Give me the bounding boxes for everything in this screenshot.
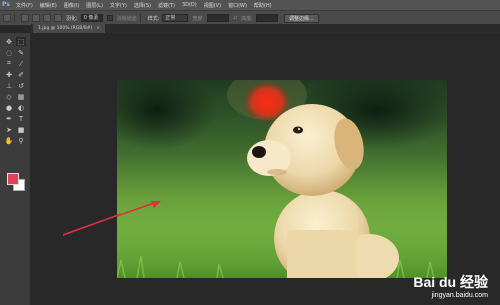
baidu-watermark: Bai du 经验 jingyan.baidu.com [413,272,488,299]
style-select[interactable]: 正常 [162,14,189,22]
menu-filter[interactable]: 滤镜(T) [158,2,175,9]
photoshop-logo: Ps [2,1,10,8]
watermark-url: jingyan.baidu.com [431,292,488,299]
options-divider [139,13,141,23]
options-divider [14,13,15,23]
watermark-brand: Bai du 经验 [413,274,488,290]
swap-icon[interactable]: ⇄ [233,15,237,21]
new-selection-icon[interactable] [21,14,29,22]
height-input[interactable] [255,14,278,22]
foreground-color-swatch[interactable] [7,173,19,185]
close-icon[interactable]: × [96,26,100,31]
marquee-tool-icon[interactable]: ⬚ [16,37,26,46]
menu-layer[interactable]: 图层(L) [86,2,103,9]
add-selection-icon[interactable] [32,14,40,22]
menu-help[interactable]: 帮助(H) [254,2,272,9]
menu-bar: Ps 文件(F) 编辑(E) 图像(I) 图层(L) 文字(Y) 选择(S) 滤… [0,0,500,10]
subtract-selection-icon[interactable] [43,14,51,22]
height-label: 高度: [241,15,253,22]
feather-input[interactable]: 0 像素 [80,14,103,22]
menu-file[interactable]: 文件(F) [16,2,33,9]
menu-3d[interactable]: 3D(D) [182,2,197,8]
menu-select[interactable]: 选择(S) [134,2,151,9]
intersect-selection-icon[interactable] [54,14,62,22]
antialias-label: 消除锯齿 [116,15,137,22]
healing-tool-icon[interactable]: ✚ [4,70,14,79]
quick-select-tool-icon[interactable]: ✎ [16,48,26,57]
document-tab-title: 1.jpg @ 100% (RGB/8#) [38,26,93,31]
clone-stamp-tool-icon[interactable]: ⊥ [4,81,14,90]
hand-tool-icon[interactable]: ✋ [4,136,14,145]
path-select-tool-icon[interactable]: ➤ [4,125,14,134]
document-tab-bar: 1.jpg @ 100% (RGB/8#) × [31,24,500,33]
menu-image[interactable]: 图像(I) [64,2,79,9]
feather-label: 羽化: [66,15,78,22]
crop-tool-icon[interactable]: ⌗ [4,59,14,68]
pen-tool-icon[interactable]: ✒ [4,114,14,123]
move-tool-icon[interactable]: ✥ [4,37,14,46]
eraser-tool-icon[interactable]: ◇ [4,92,14,101]
shape-tool-icon[interactable]: ■ [16,125,26,134]
menu-window[interactable]: 窗口(W) [228,2,247,9]
zoom-tool-icon[interactable]: ⚲ [16,136,26,145]
eyedropper-tool-icon[interactable]: ⁄ [16,59,26,68]
width-input[interactable] [207,14,230,22]
type-tool-icon[interactable]: T [16,114,26,123]
menu-view[interactable]: 视图(V) [204,2,221,9]
blur-tool-icon[interactable]: ● [4,103,14,112]
annotation-arrow [63,213,122,236]
refine-edge-button[interactable]: 调整边缘... [283,13,319,23]
menu-type[interactable]: 文字(Y) [110,2,127,9]
dodge-tool-icon[interactable]: ◐ [16,103,26,112]
style-label: 样式: [147,15,160,22]
puppy-photo [117,80,447,278]
brush-tool-icon[interactable]: ✐ [16,70,26,79]
width-label: 宽度: [192,15,205,22]
menu-edit[interactable]: 编辑(E) [40,2,57,9]
gradient-tool-icon[interactable]: ▦ [16,92,26,101]
canvas-area[interactable]: Bai du 经验 jingyan.baidu.com [31,33,500,305]
toolbox: ✥ ⬚ ◌ ✎ ⌗ ⁄ ✚ ✐ ⊥ ↺ ◇ ▦ ● ◐ ✒ T ➤ ■ ✋ ⚲ [0,33,31,305]
tool-preset-icon[interactable] [3,14,11,22]
lasso-tool-icon[interactable]: ◌ [4,48,14,57]
antialias-checkbox[interactable] [106,15,113,21]
history-brush-tool-icon[interactable]: ↺ [16,81,26,90]
document-tab[interactable]: 1.jpg @ 100% (RGB/8#) × [33,24,106,33]
